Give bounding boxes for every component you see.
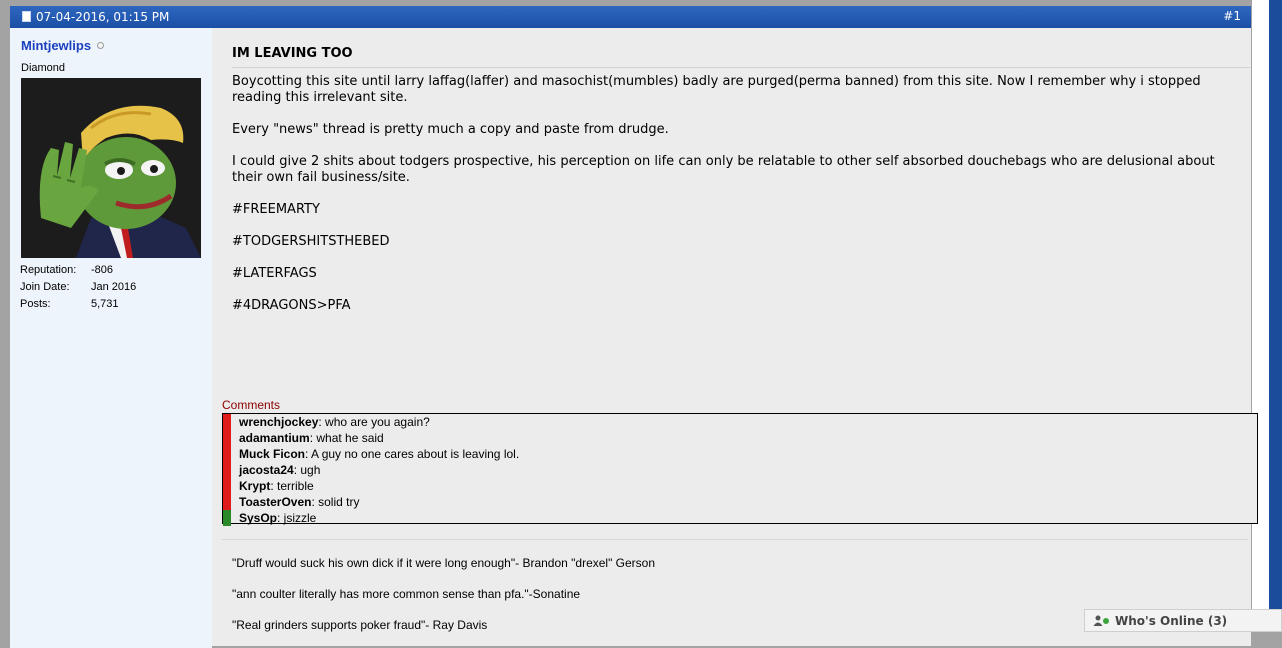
user-stats: Reputation: -806 Join Date: Jan 2016 Pos… (20, 264, 200, 315)
comment-text: wrenchjockey: who are you again? (239, 414, 430, 430)
comment-author-link[interactable]: jacosta24 (239, 463, 294, 477)
comment-row: Krypt: terrible (223, 478, 1257, 494)
comment-body: : ugh (293, 463, 321, 477)
comment-body: : who are you again? (318, 415, 430, 429)
comment-bar (223, 430, 231, 446)
comment-row: SysOp: jsizzle (223, 510, 1257, 526)
avatar[interactable] (21, 78, 201, 258)
signature-divider (222, 539, 1248, 540)
comments-heading: Comments (222, 398, 281, 412)
comment-text: Krypt: terrible (239, 478, 314, 494)
signature-quote: "Druff would suck his own dick if it wer… (232, 556, 656, 570)
forum-post: 07-04-2016, 01:15 PM #1 Mintjewlips Diam… (10, 6, 1258, 648)
post-permalink[interactable]: #1 (1223, 9, 1241, 23)
comment-body: : jsizzle (277, 511, 317, 525)
comments-list: wrenchjockey: who are you again? adamant… (222, 413, 1258, 526)
page-scroll-edge (1269, 0, 1282, 632)
post-document-icon (22, 11, 31, 22)
message-paragraph: Boycotting this site until larry laffag(… (232, 74, 1201, 105)
comment-bar (223, 414, 231, 430)
username-link[interactable]: Mintjewlips (21, 38, 91, 53)
message-paragraph: I could give 2 shits about todgers prosp… (232, 154, 1215, 185)
comment-row: ToasterOven: solid try (223, 494, 1257, 510)
signature: "Druff would suck his own dick if it wer… (232, 555, 655, 648)
hashtag-line: #TODGERSHITSTHEBED (232, 234, 390, 249)
user-title: Diamond (21, 62, 66, 74)
comment-row: wrenchjockey: who are you again? (223, 414, 1257, 430)
comment-body: : solid try (311, 495, 360, 509)
comment-bar (223, 446, 231, 462)
comment-text: SysOp: jsizzle (239, 510, 316, 526)
comment-body: : what he said (309, 431, 384, 445)
hashtag-line: #4DRAGONS>PFA (232, 298, 351, 313)
comment-text: adamantium: what he said (239, 430, 384, 446)
comment-row: jacosta24: ugh (223, 462, 1257, 478)
comment-bar (223, 510, 231, 526)
comment-author-link[interactable]: Krypt (239, 479, 270, 493)
comment-bar (223, 494, 231, 510)
post-message: Boycotting this site until larry laffag(… (232, 74, 1247, 330)
stat-value: 5,731 (91, 298, 119, 310)
stat-label: Posts: (20, 298, 51, 310)
comment-row: adamantium: what he said (223, 430, 1257, 446)
post-header: 07-04-2016, 01:15 PM #1 (10, 6, 1251, 28)
users-online-icon (1093, 615, 1109, 626)
stat-label: Join Date: (20, 281, 70, 293)
title-divider (232, 67, 1250, 68)
stat-label: Reputation: (20, 264, 77, 276)
comment-author-link[interactable]: adamantium (239, 431, 310, 445)
comment-body: : A guy no one cares about is leaving lo… (305, 447, 520, 461)
signature-quote: "Real grinders supports poker fraud"- Ra… (232, 618, 488, 632)
comment-text: Muck Ficon: A guy no one cares about is … (239, 446, 519, 462)
comment-author-link[interactable]: wrenchjockey (239, 415, 318, 429)
comment-text: ToasterOven: solid try (239, 494, 359, 510)
whos-online-label: Who's Online (3) (1115, 614, 1228, 628)
stat-join-date: Join Date: Jan 2016 (20, 281, 200, 298)
hashtag-line: #LATERFAGS (232, 266, 317, 281)
comment-author-link[interactable]: Muck Ficon (239, 447, 305, 461)
avatar-image (21, 78, 201, 258)
user-info-panel: Mintjewlips Diamond Reputation: -806 Joi… (10, 28, 212, 648)
comment-row: Muck Ficon: A guy no one cares about is … (223, 446, 1257, 462)
comment-bar (223, 462, 231, 478)
offline-status-icon (97, 42, 104, 49)
signature-quote: "ann coulter literally has more common s… (232, 587, 581, 601)
message-paragraph: Every "news" thread is pretty much a cop… (232, 122, 669, 137)
stat-reputation: Reputation: -806 (20, 264, 200, 281)
stat-value: Jan 2016 (91, 281, 137, 293)
comment-author-link[interactable]: SysOp (239, 511, 277, 525)
stat-value: -806 (91, 264, 114, 276)
comment-bar (223, 478, 231, 494)
post-date: 07-04-2016, 01:15 PM (36, 10, 170, 24)
comment-text: jacosta24: ugh (239, 462, 320, 478)
comment-body: : terrible (270, 479, 314, 493)
comment-author-link[interactable]: ToasterOven (239, 495, 311, 509)
whos-online-button[interactable]: Who's Online (3) (1084, 609, 1282, 632)
post-title: IM LEAVING TOO (232, 46, 353, 61)
hashtag-line: #FREEMARTY (232, 202, 320, 217)
stat-posts: Posts: 5,731 (20, 298, 200, 315)
